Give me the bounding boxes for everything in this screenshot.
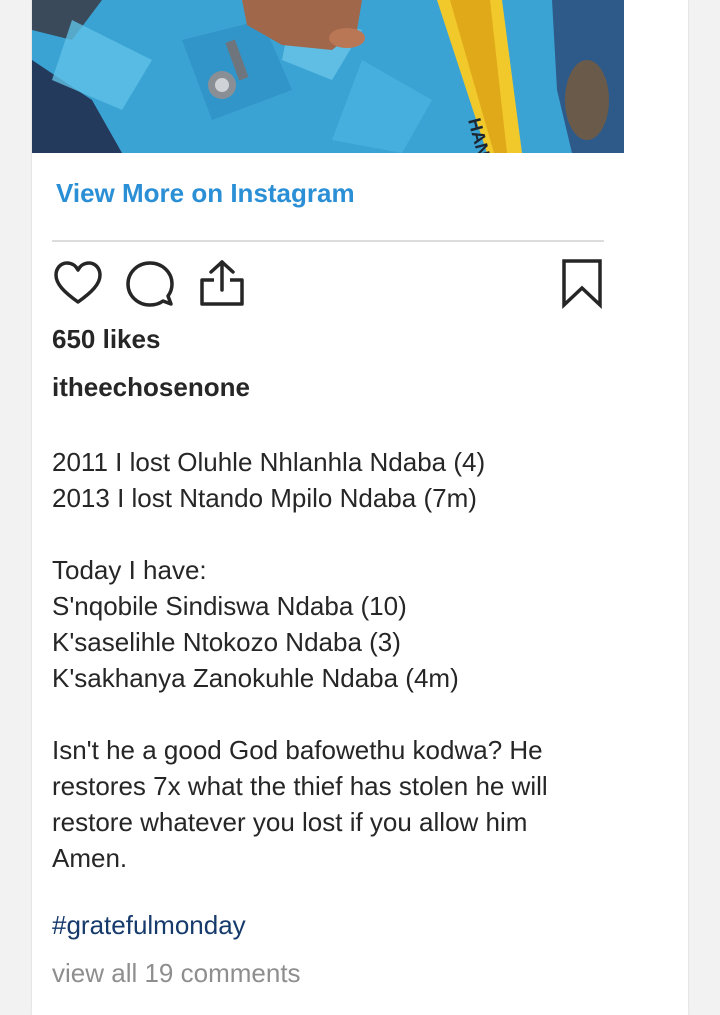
post-photo-image: HANDER [32, 0, 624, 153]
caption-line: K'saselihle Ntokozo Ndaba (3) [52, 627, 401, 657]
caption-line: 2011 I lost Oluhle Nhlanhla Ndaba (4) [52, 447, 486, 477]
view-all-comments-link[interactable]: view all 19 comments [52, 958, 301, 989]
caption-line: Isn't he a good God bafowethu kodwa? He [52, 735, 543, 765]
divider [52, 240, 604, 242]
like-button[interactable] [52, 258, 104, 310]
bookmark-icon [562, 259, 602, 310]
caption-line: restore whatever you lost if you allow h… [52, 807, 528, 837]
heart-icon [54, 261, 102, 304]
post-caption: 2011 I lost Oluhle Nhlanhla Ndaba (4) 20… [52, 444, 612, 876]
caption-line: restores 7x what the thief has stolen he… [52, 771, 548, 801]
post-photo[interactable]: HANDER [32, 0, 624, 153]
hashtag-link[interactable]: #gratefulmonday [52, 910, 246, 941]
post-username[interactable]: itheechosenone [52, 372, 250, 403]
view-more-on-instagram-link[interactable]: View More on Instagram [56, 178, 355, 209]
comment-icon [126, 261, 174, 307]
caption-line: Today I have: [52, 555, 207, 585]
share-icon [200, 260, 244, 306]
caption-line: S'nqobile Sindiswa Ndaba (10) [52, 591, 407, 621]
save-button[interactable] [556, 258, 608, 310]
caption-line: Amen. [52, 843, 128, 873]
comment-button[interactable] [124, 258, 176, 310]
caption-line: K'sakhanya Zanokuhle Ndaba (4m) [52, 663, 459, 693]
likes-count: 650 likes [52, 324, 161, 354]
share-button[interactable] [196, 258, 248, 310]
caption-line: 2013 I lost Ntando Mpilo Ndaba (7m) [52, 483, 477, 513]
